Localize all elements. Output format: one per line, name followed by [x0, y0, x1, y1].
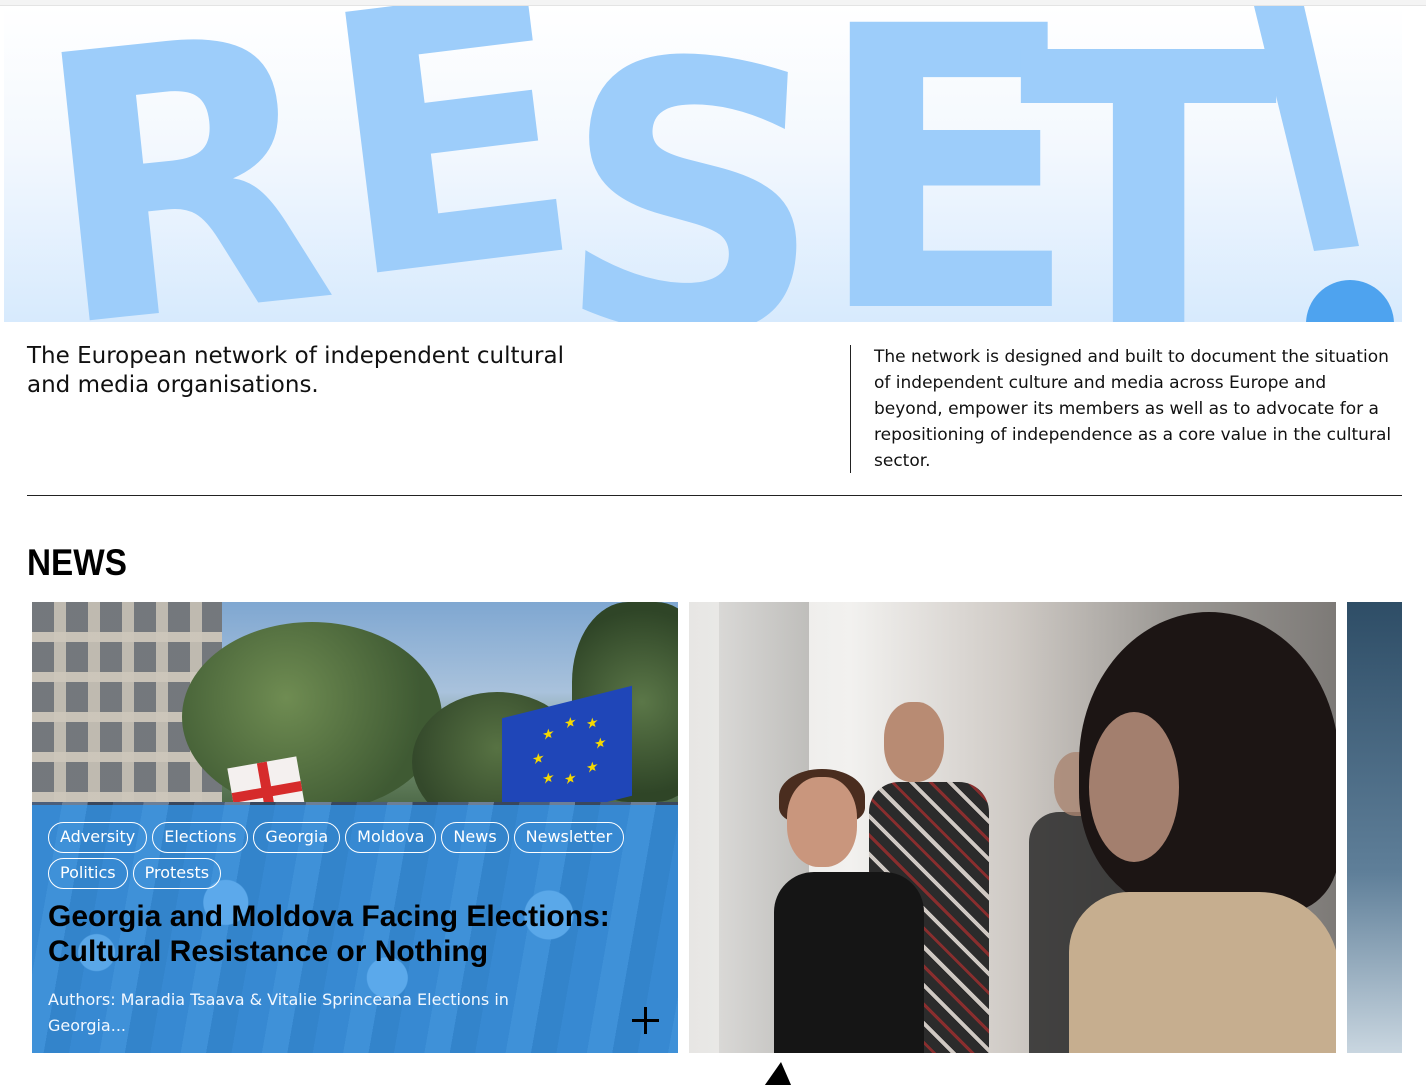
news-card-partial[interactable]: [1347, 602, 1402, 1053]
hero-banner: R E S E T: [4, 6, 1402, 322]
pointer-cursor-icon: [755, 1062, 811, 1085]
tag-adversity[interactable]: Adversity: [48, 822, 148, 853]
tag-list: Adversity Elections Georgia Moldova News…: [48, 822, 668, 889]
tag-protests[interactable]: Protests: [132, 858, 222, 889]
network-tagline: The European network of independent cult…: [27, 343, 564, 398]
tag-georgia[interactable]: Georgia: [253, 822, 341, 853]
intro-divider: [850, 345, 851, 473]
card-title[interactable]: Georgia and Moldova Facing Elections: Cu…: [48, 899, 658, 969]
news-card-event-photo[interactable]: [689, 602, 1336, 1053]
tag-newsletter[interactable]: Newsletter: [513, 822, 625, 853]
logo-letter-t: T: [1019, 6, 1280, 322]
people-at-event-photo: [689, 602, 1336, 1053]
tag-elections[interactable]: Elections: [152, 822, 249, 853]
tag-politics[interactable]: Politics: [48, 858, 128, 889]
reset-logo[interactable]: R E S E T: [4, 6, 1402, 322]
section-divider: [27, 495, 1402, 496]
news-heading: NEWS: [27, 542, 127, 583]
tag-news[interactable]: News: [441, 822, 509, 853]
network-description: The network is designed and built to doc…: [874, 347, 1392, 471]
news-card-georgia-moldova[interactable]: ★ ★ ★ ★ ★ ★ ★ ★ Adversity Elections Georgia …: [32, 602, 678, 1053]
logo-letter-r: R: [20, 6, 348, 322]
tag-moldova[interactable]: Moldova: [345, 822, 437, 853]
partial-card-photo: [1347, 602, 1402, 1053]
logo-letter-s: S: [548, 6, 837, 322]
plus-icon[interactable]: [628, 1003, 662, 1037]
card-excerpt: Authors: Maradia Tsaava & Vitalie Sprinc…: [48, 990, 509, 1035]
